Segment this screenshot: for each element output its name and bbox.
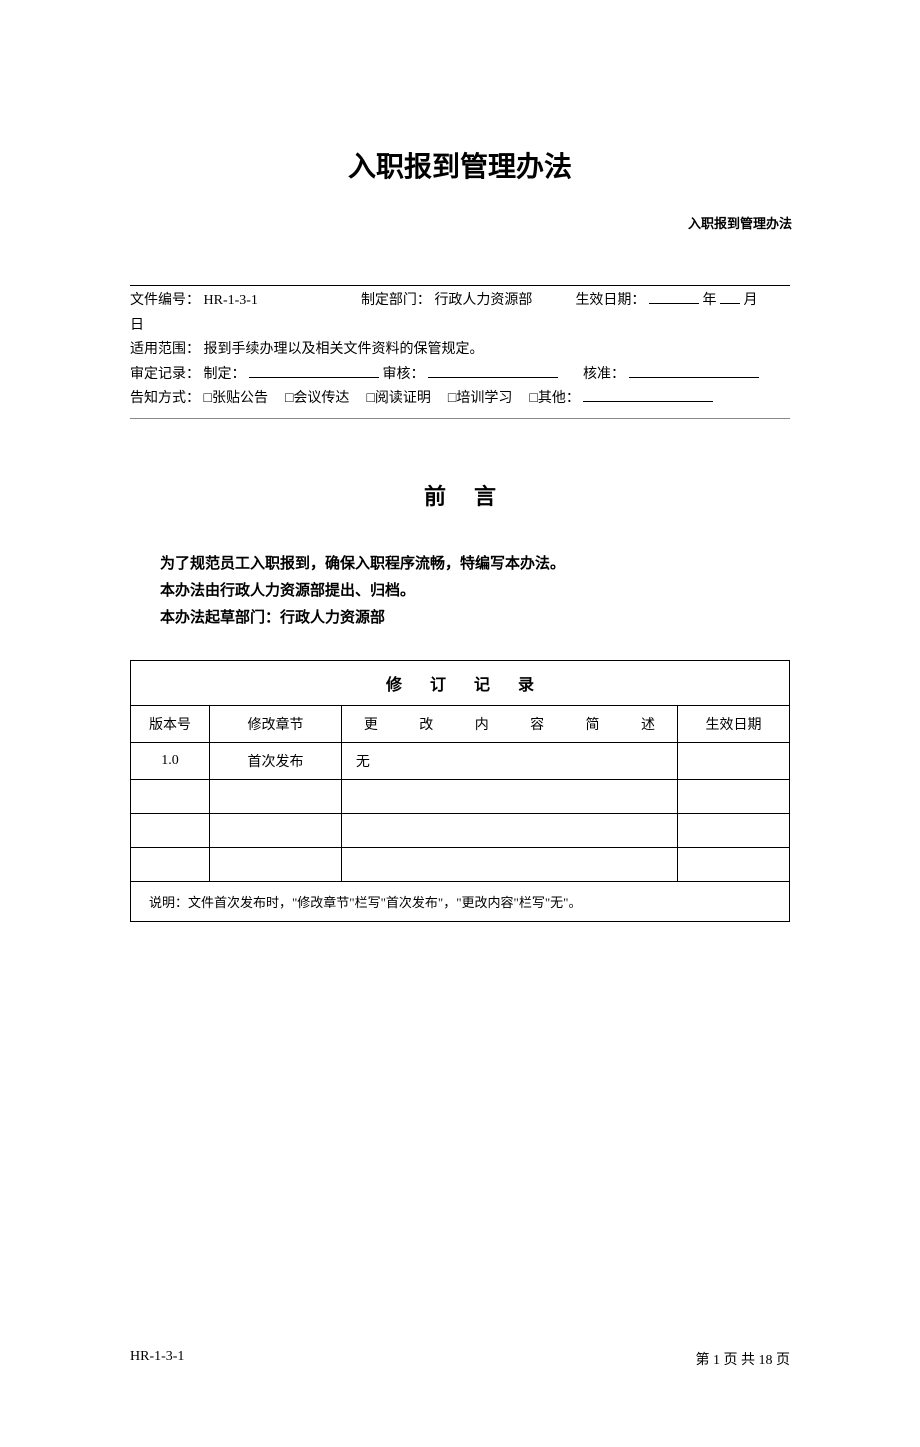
notify-opt-training: □培训学习 [448,387,512,412]
page-title: 入职报到管理办法 [0,145,920,185]
review-label: 审核： [383,367,425,382]
meta-line-approval: 审定记录： 制定： 审核： 核准： [130,363,790,388]
preface-body: 为了规范员工入职报到，确保入职程序流畅，特编写本办法。 本办法由行政人力资源部提… [130,551,790,632]
meta-line-day: 日 [130,314,790,339]
col-desc: 更改内容简述 [341,705,677,742]
running-header: 入职报到管理办法 [688,213,792,232]
approve-label: 核准： [583,367,625,382]
table-row: 1.0 首次发布 无 [131,742,790,779]
table-row [131,847,790,881]
revision-note: 说明：文件首次发布时，"修改章节"栏写"首次发布"，"更改内容"栏写"无"。 [131,881,790,921]
scope-label: 适用范围： [130,342,200,357]
dept-value: 行政人力资源部 [434,293,532,308]
cell-date [677,813,789,847]
cell-desc [341,779,677,813]
cell-date [677,779,789,813]
notify-label: 告知方式： [130,391,200,406]
cell-desc: 无 [341,742,677,779]
cell-date [677,847,789,881]
cell-ver [131,813,210,847]
preface-p1: 为了规范员工入职报到，确保入职程序流畅，特编写本办法。 [130,551,790,578]
doc-no-value: HR-1-3-1 [204,293,258,308]
meta-line-1: 文件编号： HR-1-3-1 制定部门： 行政人力资源部 生效日期： 年 月 [130,285,790,314]
review-blank [428,364,558,378]
cell-ver [131,779,210,813]
notify-opt-meeting: □会议传达 [285,387,349,412]
cell-ver [131,847,210,881]
approval-label: 审定记录： [130,367,200,382]
revision-title-row: 修订记录 [131,660,790,705]
dept-label: 制定部门： [361,293,431,308]
cell-date [677,742,789,779]
doc-no-label: 文件编号： [130,293,200,308]
preface-p2: 本办法由行政人力资源部提出、归档。 [130,578,790,605]
cell-desc [341,813,677,847]
footer-page: 第 1 页 共 18 页 [696,1349,791,1369]
notify-other-blank [583,388,713,402]
preface-title: 前言 [0,479,920,511]
notify-opt-reading: □阅读证明 [366,387,430,412]
table-row [131,813,790,847]
approve-blank [629,364,759,378]
effective-label: 生效日期： [575,293,645,308]
col-chapter: 修改章节 [210,705,342,742]
effective-year-blank [649,290,699,304]
meta-line-scope: 适用范围： 报到手续办理以及相关文件资料的保管规定。 [130,338,790,363]
make-label: 制定： [204,367,246,382]
revision-table: 修订记录 版本号 修改章节 更改内容简述 生效日期 1.0 首次发布 无 说明：… [130,660,790,922]
col-date: 生效日期 [677,705,789,742]
col-version: 版本号 [131,705,210,742]
notify-opt-other: □其他： [529,387,579,412]
year-suffix: 年 [702,293,716,308]
revision-note-row: 说明：文件首次发布时，"修改章节"栏写"首次发布"，"更改内容"栏写"无"。 [131,881,790,921]
footer-docno: HR-1-3-1 [130,1349,184,1369]
make-blank [249,364,379,378]
scope-value: 报到手续办理以及相关文件资料的保管规定。 [204,342,484,357]
month-suffix: 月 [743,293,757,308]
cell-chapter [210,847,342,881]
cell-ver: 1.0 [131,742,210,779]
cell-chapter [210,779,342,813]
meta-line-notify: 告知方式： □张贴公告 □会议传达 □阅读证明 □培训学习 □其他： [130,387,790,412]
revision-header-row: 版本号 修改章节 更改内容简述 生效日期 [131,705,790,742]
footer: HR-1-3-1 第 1 页 共 18 页 [130,1349,790,1369]
table-row [131,779,790,813]
cell-chapter [210,813,342,847]
cell-chapter: 首次发布 [210,742,342,779]
notify-opt-post: □张贴公告 [204,387,268,412]
preface-p3: 本办法起草部门：行政人力资源部 [130,605,790,632]
effective-month-blank [720,290,740,304]
revision-title: 修订记录 [131,660,790,705]
cell-desc [341,847,677,881]
metadata-block: 文件编号： HR-1-3-1 制定部门： 行政人力资源部 生效日期： 年 月 日… [130,285,790,419]
meta-divider [130,418,790,419]
